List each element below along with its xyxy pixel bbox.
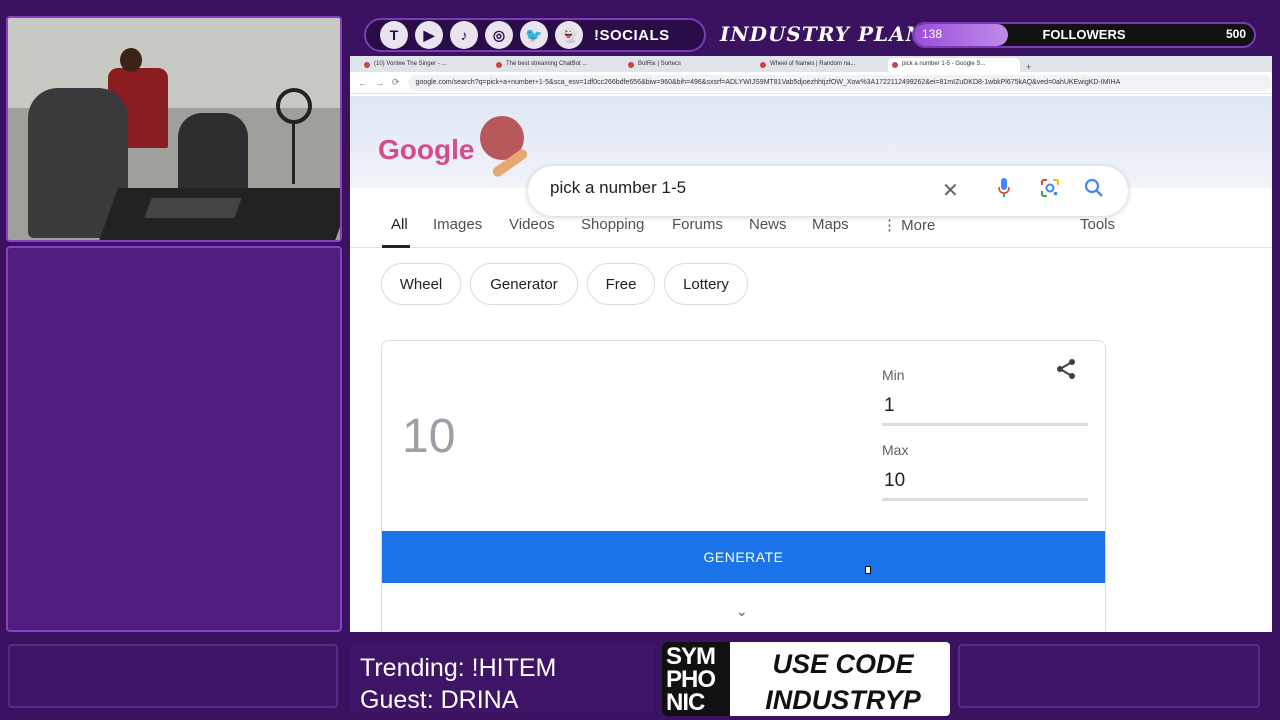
guest-text: Guest: DRINA bbox=[360, 686, 519, 714]
browser-tab[interactable]: Wheel of Names | Random na... bbox=[756, 58, 888, 72]
mouse-cursor-icon bbox=[865, 566, 871, 574]
min-label: Min bbox=[882, 367, 905, 383]
sponsor-line-2: INDUSTRYP bbox=[765, 685, 921, 715]
tools-button[interactable]: Tools bbox=[1080, 216, 1115, 233]
bottom-left-panel bbox=[8, 644, 338, 708]
google-lens-icon[interactable] bbox=[1040, 178, 1060, 198]
trending-text: Trending: !HITEM bbox=[360, 654, 557, 682]
tab-all[interactable]: All bbox=[391, 216, 408, 233]
side-panel bbox=[6, 246, 342, 632]
random-number-widget: 10 Min Max GENERATE ⌄ bbox=[381, 340, 1106, 632]
channel-name: INDUSTRY PLANT bbox=[720, 22, 941, 46]
tab-images[interactable]: Images bbox=[433, 216, 482, 233]
snapchat-icon: 👻 bbox=[555, 21, 583, 49]
twitch-icon: T bbox=[380, 21, 408, 49]
tab-shopping[interactable]: Shopping bbox=[581, 216, 644, 233]
tab-strip: (10) Vontee The Singer - ... The best st… bbox=[350, 56, 1272, 72]
max-input[interactable] bbox=[884, 470, 1084, 492]
webcam-feed bbox=[6, 16, 342, 242]
random-result: 10 bbox=[402, 410, 456, 463]
tab-news[interactable]: News bbox=[749, 216, 787, 233]
microphone-icon[interactable] bbox=[998, 178, 1010, 198]
youtube-icon: ▶ bbox=[415, 21, 443, 49]
new-tab-button[interactable]: + bbox=[1020, 62, 1037, 72]
google-doodle-logo[interactable]: Google bbox=[378, 134, 474, 166]
tab-more[interactable]: ⋮ More bbox=[882, 216, 935, 234]
forward-button[interactable]: → bbox=[375, 78, 384, 88]
tiktok-icon: ♪ bbox=[450, 21, 478, 49]
chip-wheel[interactable]: Wheel bbox=[381, 263, 461, 305]
max-underline bbox=[882, 498, 1088, 501]
bottom-right-panel bbox=[958, 644, 1260, 708]
active-tab-indicator bbox=[382, 245, 410, 248]
search-icon[interactable] bbox=[1084, 178, 1104, 198]
socials-label: !SOCIALS bbox=[594, 26, 670, 44]
followers-goal: 500 bbox=[1225, 27, 1246, 41]
browser-window: (10) Vontee The Singer - ... The best st… bbox=[350, 56, 1272, 632]
google-header: Google ✕ bbox=[350, 96, 1272, 216]
clear-icon[interactable]: ✕ bbox=[942, 178, 959, 203]
browser-toolbar: ← → ⟳ google.com/search?q=pick+a+number+… bbox=[350, 72, 1272, 94]
search-input[interactable] bbox=[550, 178, 930, 198]
browser-tab[interactable]: The best streaming ChatBot ... bbox=[492, 58, 624, 72]
chip-free[interactable]: Free bbox=[587, 263, 655, 305]
min-underline bbox=[882, 423, 1088, 426]
sponsor-logo: SYM PHO NIC bbox=[662, 642, 730, 716]
sponsor-banner: SYM PHO NIC USE CODE INDUSTRYP bbox=[662, 642, 950, 716]
browser-tab[interactable]: BotRix | Sortecs bbox=[624, 58, 756, 72]
tab-videos[interactable]: Videos bbox=[509, 216, 555, 233]
info-ticker: Trending: !HITEM Guest: DRINA bbox=[350, 644, 654, 714]
followers-goal-bar: 138 FOLLOWERS 500 bbox=[912, 22, 1256, 48]
followers-label: FOLLOWERS bbox=[1042, 27, 1126, 42]
sponsor-code: USE CODE INDUSTRYP bbox=[738, 646, 948, 716]
browser-tab[interactable]: (10) Vontee The Singer - ... bbox=[360, 58, 492, 72]
browser-tab-active[interactable]: pick a number 1-5 - Google S... bbox=[888, 58, 1020, 72]
generate-button[interactable]: GENERATE bbox=[382, 531, 1105, 583]
socials-bar: T ▶ ♪ ◎ 🐦 👻 !SOCIALS bbox=[364, 18, 706, 52]
twitter-icon: 🐦 bbox=[520, 21, 548, 49]
instagram-icon: ◎ bbox=[485, 21, 513, 49]
address-bar[interactable]: google.com/search?q=pick+a+number+1-5&sc… bbox=[407, 74, 1272, 91]
max-label: Max bbox=[882, 442, 909, 458]
back-button[interactable]: ← bbox=[358, 78, 367, 88]
share-icon[interactable] bbox=[1054, 357, 1078, 381]
chevron-down-icon[interactable]: ⌄ bbox=[736, 603, 748, 620]
sponsor-logo-line: PHO bbox=[666, 666, 716, 693]
sponsor-logo-line: SYM bbox=[666, 643, 716, 670]
tab-maps[interactable]: Maps bbox=[812, 216, 849, 233]
min-input[interactable] bbox=[884, 395, 1084, 417]
chip-generator[interactable]: Generator bbox=[470, 263, 578, 305]
chip-lottery[interactable]: Lottery bbox=[664, 263, 748, 305]
search-tabs: All Images Videos Shopping Forums News M… bbox=[350, 206, 1272, 248]
sponsor-line-1: USE CODE bbox=[772, 649, 914, 679]
reload-button[interactable]: ⟳ bbox=[392, 77, 400, 88]
sponsor-logo-line: NIC bbox=[666, 689, 705, 716]
tab-forums[interactable]: Forums bbox=[672, 216, 723, 233]
